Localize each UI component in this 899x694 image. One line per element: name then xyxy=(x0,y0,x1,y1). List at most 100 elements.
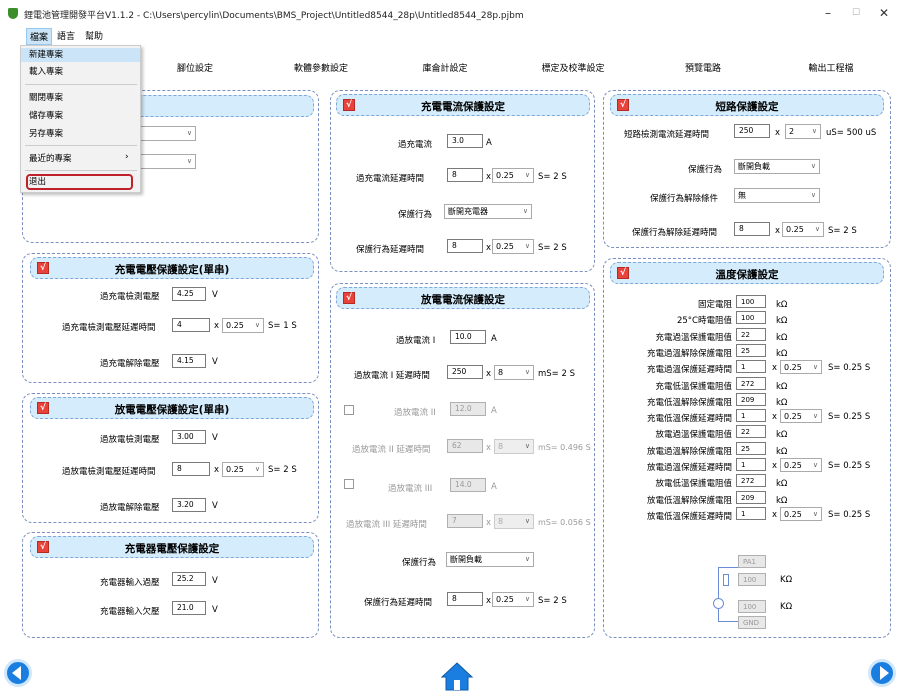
uv-detect-input[interactable]: 3.00 xyxy=(172,430,206,444)
ocd2-delay-input[interactable]: 62 xyxy=(447,439,483,453)
chevron-down-icon: ∨ xyxy=(522,207,528,215)
ov-detect-input[interactable]: 4.25 xyxy=(172,287,206,301)
menu-item-exit[interactable]: 退出 xyxy=(21,175,140,189)
chevron-down-icon: ∨ xyxy=(812,461,818,469)
temp-row-input[interactable]: 272 xyxy=(736,474,766,487)
occ-delay-result: S= 2 S xyxy=(538,172,567,182)
temp-row-input[interactable]: 1 xyxy=(736,507,766,520)
basic-select-2[interactable]: ∨ xyxy=(140,154,196,169)
sc-delay-mult-select[interactable]: 2 ∨ xyxy=(785,124,821,139)
menu-item-close-project[interactable]: 關閉專案 xyxy=(21,91,140,105)
temp-row-mult-select[interactable]: 0.25 ∨ xyxy=(780,458,822,472)
tab-preview-circuit[interactable]: 預覽電路 xyxy=(648,61,758,74)
ocd-action-delay-mult-select[interactable]: 0.25 ∨ xyxy=(492,592,534,607)
ocd1-delay-mult-select[interactable]: 8 ∨ xyxy=(494,365,534,380)
temp-r2-input: 100 xyxy=(738,600,766,613)
tab-calibration[interactable]: 標定及校準設定 xyxy=(518,61,628,74)
ocd3-delay-input[interactable]: 7 xyxy=(447,514,483,528)
occ-oc-input[interactable]: 3.0 xyxy=(447,134,483,148)
ocd2-delay-mult-select[interactable]: 8 ∨ xyxy=(494,439,534,454)
uv-release-input[interactable]: 3.20 xyxy=(172,498,206,512)
temp-row-input[interactable]: 100 xyxy=(736,311,766,324)
temp-row-input[interactable]: 209 xyxy=(736,393,766,406)
tab-export-project[interactable]: 輸出工程檔 xyxy=(776,61,886,74)
sc-delay-result: uS= 500 uS xyxy=(826,128,877,138)
tab-software-params[interactable]: 軟體參數設定 xyxy=(266,61,376,74)
temp-row-input[interactable]: 1 xyxy=(736,360,766,373)
uv-delay-mult-select[interactable]: 0.25 ∨ xyxy=(222,462,264,477)
home-icon xyxy=(440,662,474,691)
ocd1-input[interactable]: 10.0 xyxy=(450,330,486,344)
short-circuit-title: 短路保護設定 xyxy=(715,101,779,113)
ocd1-label: 過放電流 I xyxy=(396,336,436,346)
ocd-action-delay-input[interactable]: 8 xyxy=(447,592,483,606)
menu-language[interactable]: 語言 xyxy=(54,28,78,43)
temp-row-mult-select[interactable]: 0.25 ∨ xyxy=(780,507,822,521)
menu-item-recent[interactable]: 最近的專案 xyxy=(21,152,140,166)
temp-row-input[interactable]: 1 xyxy=(736,409,766,422)
occ-action-delay-mult-select[interactable]: 0.25 ∨ xyxy=(492,239,534,254)
minimize-button[interactable]: – xyxy=(818,5,838,21)
tab-pin-setup[interactable]: 腳位設定 xyxy=(140,61,250,74)
maximize-button[interactable]: ☐ xyxy=(846,5,866,21)
temp-row-input[interactable]: 272 xyxy=(736,377,766,390)
temp-row-input[interactable]: 22 xyxy=(736,425,766,438)
temp-row-mult-select[interactable]: 0.25 ∨ xyxy=(780,360,822,374)
ocd2-checkbox[interactable] xyxy=(344,405,354,415)
menu-file[interactable]: 檔案 xyxy=(26,28,53,45)
occ-action-select[interactable]: 斷開充電器 ∨ xyxy=(444,204,532,219)
basic-select-1[interactable]: ∨ xyxy=(140,126,196,141)
ocd1-delay-result: mS= 2 S xyxy=(538,369,576,379)
tab-coulomb-counter[interactable]: 庫侖計設定 xyxy=(390,61,500,74)
ov-delay-mult-select[interactable]: 0.25 ∨ xyxy=(222,318,264,333)
charger-ov-input[interactable]: 25.2 xyxy=(172,572,206,586)
temp-row-unit: kΩ xyxy=(776,447,788,457)
occ-delay-input[interactable]: 8 xyxy=(447,168,483,182)
menu-item-load-project[interactable]: 載入專案 xyxy=(21,65,140,79)
occ-delay-mult-select[interactable]: 0.25 ∨ xyxy=(492,168,534,183)
charger-uv-unit: V xyxy=(212,605,218,615)
ocd2-input[interactable]: 12.0 xyxy=(450,402,486,416)
thermistor-icon xyxy=(713,598,724,609)
temp-row-input[interactable]: 1 xyxy=(736,458,766,471)
file-dropdown-menu: 新建專案 載入專案 關閉專案 儲存專案 另存專案 最近的專案 › 退出 xyxy=(20,45,141,193)
ocd3-delay-mult-select[interactable]: 8 ∨ xyxy=(494,514,534,529)
ocd-action-select[interactable]: 斷開負載 ∨ xyxy=(446,552,534,567)
ocd1-delay-input[interactable]: 250 xyxy=(447,365,483,379)
temp-row-label: 充電低溫解除保護電阻 xyxy=(646,398,732,408)
occ-action-delay-input[interactable]: 8 xyxy=(447,239,483,253)
temp-row-input[interactable]: 100 xyxy=(736,295,766,308)
temp-row-input[interactable]: 22 xyxy=(736,328,766,341)
temp-row-input[interactable]: 25 xyxy=(736,442,766,455)
back-button[interactable] xyxy=(4,659,32,687)
ov-delay-input[interactable]: 4 xyxy=(172,318,210,332)
temp-row-result: S= 0.25 S xyxy=(828,363,871,373)
chevron-down-icon: ∨ xyxy=(524,368,530,376)
sc-release-delay-input[interactable]: 8 xyxy=(734,222,770,236)
temp-row-unit: kΩ xyxy=(776,349,788,359)
sc-delay-input[interactable]: 250 xyxy=(734,124,770,138)
home-button[interactable] xyxy=(440,661,474,691)
menu-item-save-project[interactable]: 儲存專案 xyxy=(21,109,140,123)
chevron-down-icon: ∨ xyxy=(524,242,530,250)
discharge-current-title: 放電電流保護設定 xyxy=(421,294,505,306)
ov-release-input[interactable]: 4.15 xyxy=(172,354,206,368)
menu-item-save-as[interactable]: 另存專案 xyxy=(21,127,140,141)
close-button[interactable]: ✕ xyxy=(874,5,894,21)
temp-row-input[interactable]: 25 xyxy=(736,344,766,357)
ocd3-checkbox[interactable] xyxy=(344,479,354,489)
menu-help[interactable]: 幫助 xyxy=(82,28,106,43)
sc-action-select[interactable]: 斷開負載 ∨ xyxy=(734,159,820,174)
temp-row-mult-select[interactable]: 0.25 ∨ xyxy=(780,409,822,423)
charger-uv-input[interactable]: 21.0 xyxy=(172,601,206,615)
forward-button[interactable] xyxy=(868,659,896,687)
ocd3-input[interactable]: 14.0 xyxy=(450,478,486,492)
menu-item-new-project[interactable]: 新建專案 xyxy=(21,48,140,62)
temp-row-result: S= 0.25 S xyxy=(828,510,871,520)
temp-row-times: x xyxy=(772,363,778,373)
temp-row-input[interactable]: 209 xyxy=(736,491,766,504)
uv-delay-input[interactable]: 8 xyxy=(172,462,210,476)
sc-release-delay-mult-select[interactable]: 0.25 ∨ xyxy=(782,222,824,237)
ov-release-label: 過充電解除電壓 xyxy=(100,359,160,369)
sc-release-cond-select[interactable]: 無 ∨ xyxy=(734,188,820,203)
